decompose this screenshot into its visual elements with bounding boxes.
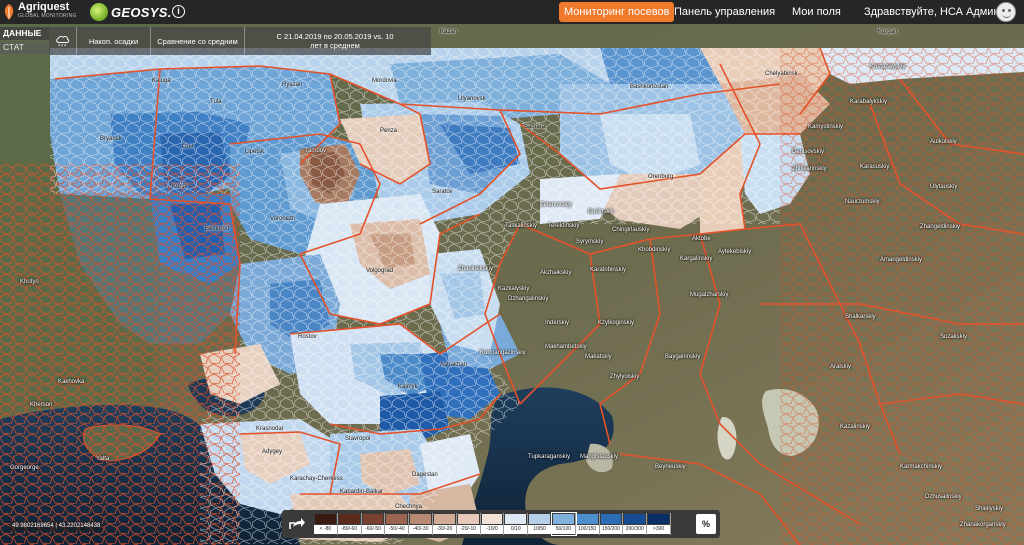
- brand-subtitle: GLOBAL MONITORING: [18, 13, 77, 19]
- nav-crop-monitoring[interactable]: Мониторинг посевов: [559, 2, 675, 22]
- legend-swatch[interactable]: -30/-20: [432, 513, 457, 535]
- legend-swatch[interactable]: 50/100: [550, 512, 577, 536]
- legend-swatch-color: [648, 514, 669, 524]
- legend-swatch-color: [315, 514, 336, 524]
- legend-swatch[interactable]: 100/150: [575, 513, 600, 535]
- legend-swatch-color: [505, 514, 527, 524]
- legend-swatch-color: [410, 514, 431, 524]
- geosys-name: GEOSYS.: [111, 4, 172, 20]
- legend-swatch-color: [481, 514, 503, 524]
- legend-swatch-label: -40/-30: [409, 525, 432, 534]
- legend-swatch[interactable]: 0/10: [504, 513, 529, 535]
- legend-swatch-color: [457, 514, 479, 524]
- legend-swatch[interactable]: -80/-60: [337, 513, 362, 535]
- legend-swatch-label: 0/10: [504, 525, 528, 534]
- legend-swatch[interactable]: 10/50: [528, 513, 552, 535]
- data-selection-bar: Накоп. осадки Сравнение со средним С 21.…: [49, 27, 431, 55]
- legend-swatch-color: [386, 514, 408, 524]
- legend-swatch-label: 10/50: [528, 525, 551, 534]
- legend-swatch-label: 200/300: [623, 525, 647, 534]
- legend-swatch-color: [576, 514, 598, 524]
- legend-swatch[interactable]: -20/-10: [456, 513, 481, 535]
- legend-swatch[interactable]: -50/-40: [385, 513, 410, 535]
- color-legend: < -80 -80/-60 -60/-50 -50/-40 -40/-30 -30/-20…: [282, 510, 720, 538]
- precipitation-map[interactable]: Bryansk Orel Kursk Belgorod Voronezh Lip…: [0, 24, 1024, 545]
- brand-name: Agriquest: [18, 1, 70, 13]
- legend-swatch-label: >300: [647, 525, 670, 534]
- legend-swatch[interactable]: -60/-50: [361, 513, 386, 535]
- period-line-2: лет в среднем: [310, 41, 360, 50]
- layer-selector[interactable]: Накоп. осадки: [77, 27, 151, 55]
- legend-swatch-label: -60/-50: [361, 525, 385, 534]
- agriquest-leaf-icon: [4, 4, 14, 20]
- info-icon[interactable]: i: [172, 5, 185, 18]
- map-canvas[interactable]: [0, 24, 1024, 545]
- legend-swatch-color: [624, 514, 646, 524]
- geosys-globe-icon: [90, 3, 108, 21]
- cloud-rain-icon[interactable]: [49, 27, 77, 55]
- legend-swatch-label: 100/150: [575, 525, 599, 534]
- legend-swatch-label: 150/200: [599, 525, 623, 534]
- legend-swatch-color: [338, 514, 360, 524]
- legend-swatch-color: [529, 514, 550, 524]
- legend-swatch[interactable]: 150/200: [599, 513, 624, 535]
- legend-swatch-label: -80/-60: [337, 525, 361, 534]
- legend-swatch-label: 50/100: [551, 525, 575, 534]
- legend-swatch-label: -30/-20: [432, 525, 456, 534]
- geosys-logo[interactable]: GEOSYS.: [90, 2, 172, 22]
- tab-stat[interactable]: СТАТ: [0, 41, 49, 54]
- user-avatar[interactable]: [996, 2, 1016, 22]
- share-icon[interactable]: [286, 514, 306, 534]
- legend-swatch-color: [600, 514, 622, 524]
- legend-swatch[interactable]: < -80: [314, 513, 338, 535]
- legend-swatches: < -80 -80/-60 -60/-50 -50/-40 -40/-30 -30/-20…: [314, 512, 671, 536]
- user-greeting[interactable]: Здравствуйте, НСА Админ 1: [864, 2, 1009, 22]
- legend-swatch[interactable]: -10/0: [480, 513, 505, 535]
- agriquest-logo[interactable]: Agriquest GLOBAL MONITORING: [2, 1, 84, 23]
- legend-swatch-label: -50/-40: [385, 525, 409, 534]
- legend-swatch-color: [362, 514, 384, 524]
- unit-toggle-button[interactable]: %: [696, 514, 716, 534]
- period-selector[interactable]: С 21.04.2019 по 20.05.2019 vs. 10 лет в …: [245, 27, 425, 55]
- legend-swatch-label: -20/-10: [456, 525, 480, 534]
- cursor-coordinates: 49.9802169654 | 43.2202148438: [10, 521, 103, 531]
- legend-swatch-color: [552, 514, 574, 524]
- period-line-1: С 21.04.2019 по 20.05.2019 vs. 10: [276, 32, 394, 41]
- comparison-mode-selector[interactable]: Сравнение со средним: [151, 27, 245, 55]
- legend-swatch[interactable]: 200/300: [623, 513, 648, 535]
- nav-my-fields[interactable]: Мои поля: [792, 2, 841, 22]
- legend-swatch-color: [433, 514, 455, 524]
- legend-swatch-label: < -80: [314, 525, 337, 534]
- top-bar: Agriquest GLOBAL MONITORING GEOSYS. i Мо…: [0, 0, 1024, 24]
- side-tabs: ДАННЫЕ СТАТ: [0, 27, 49, 55]
- nav-dashboard[interactable]: Панель управления: [674, 2, 775, 22]
- legend-swatch-label: -10/0: [480, 525, 504, 534]
- tab-data[interactable]: ДАННЫЕ: [0, 27, 49, 40]
- legend-swatch[interactable]: -40/-30: [409, 513, 433, 535]
- legend-swatch[interactable]: >300: [647, 513, 671, 535]
